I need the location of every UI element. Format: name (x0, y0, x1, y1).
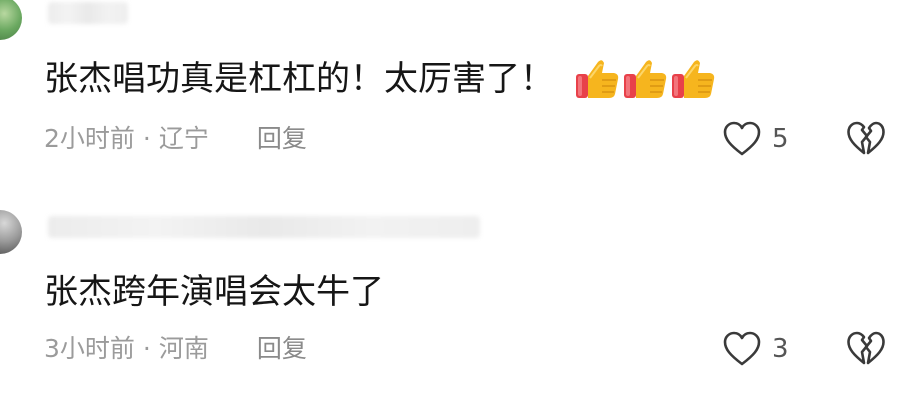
broken-heart-icon (846, 330, 886, 368)
broken-heart-icon (846, 120, 886, 158)
like-count: 5 (772, 124, 789, 154)
comment-body: 张杰唱功真是杠杠的！太厉害了！ (44, 59, 554, 99)
username-redacted (48, 2, 128, 24)
dislike-button[interactable] (846, 120, 886, 158)
reply-button[interactable]: 回复 (257, 334, 307, 363)
comment-time: 3小时前 (44, 334, 135, 363)
thumbs-up-icon (574, 58, 620, 100)
like-count: 3 (772, 334, 789, 364)
comment-body: 张杰跨年演唱会太牛了 (44, 272, 384, 312)
username-redacted (48, 216, 480, 238)
comment-meta: 3小时前 · 河南 回复 (44, 334, 307, 364)
comment-text: 张杰跨年演唱会太牛了 (44, 272, 384, 312)
dislike-button[interactable] (846, 330, 886, 368)
meta-separator: · (142, 124, 151, 153)
heart-outline-icon (722, 120, 762, 158)
emoji-group (574, 58, 716, 100)
avatar[interactable] (0, 210, 22, 254)
heart-outline-icon (722, 330, 762, 368)
comment-time: 2小时前 (44, 124, 135, 153)
comment-location: 河南 (158, 334, 209, 363)
like-button[interactable]: 5 (722, 120, 789, 158)
comment-meta: 2小时前 · 辽宁 回复 (44, 124, 307, 154)
comment-text: 张杰唱功真是杠杠的！太厉害了！ (44, 58, 716, 100)
thumbs-up-icon (622, 58, 668, 100)
like-button[interactable]: 3 (722, 330, 789, 368)
reply-button[interactable]: 回复 (257, 124, 307, 153)
comment-item: 张杰唱功真是杠杠的！太厉害了！ 2小时前 · 辽宁 回复 5 (0, 0, 916, 196)
thumbs-up-icon (670, 58, 716, 100)
meta-separator: · (142, 334, 151, 363)
avatar[interactable] (0, 0, 22, 40)
comment-location: 辽宁 (158, 124, 209, 153)
comment-item: 张杰跨年演唱会太牛了 3小时前 · 河南 回复 3 (0, 196, 916, 412)
